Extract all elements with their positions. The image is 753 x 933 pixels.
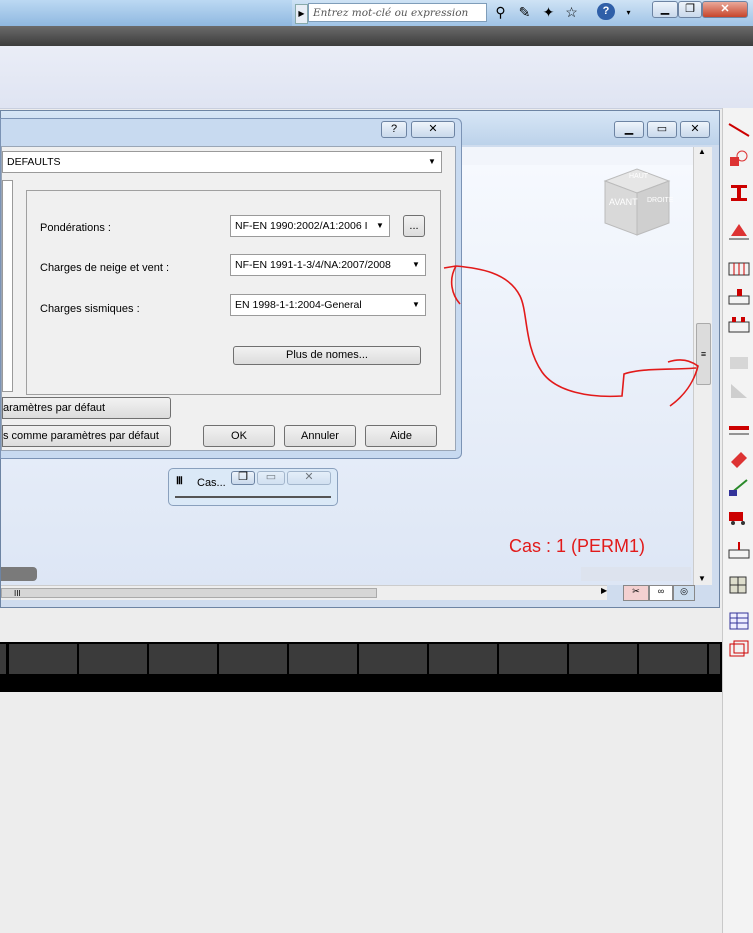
annotation-arrow bbox=[443, 265, 699, 407]
